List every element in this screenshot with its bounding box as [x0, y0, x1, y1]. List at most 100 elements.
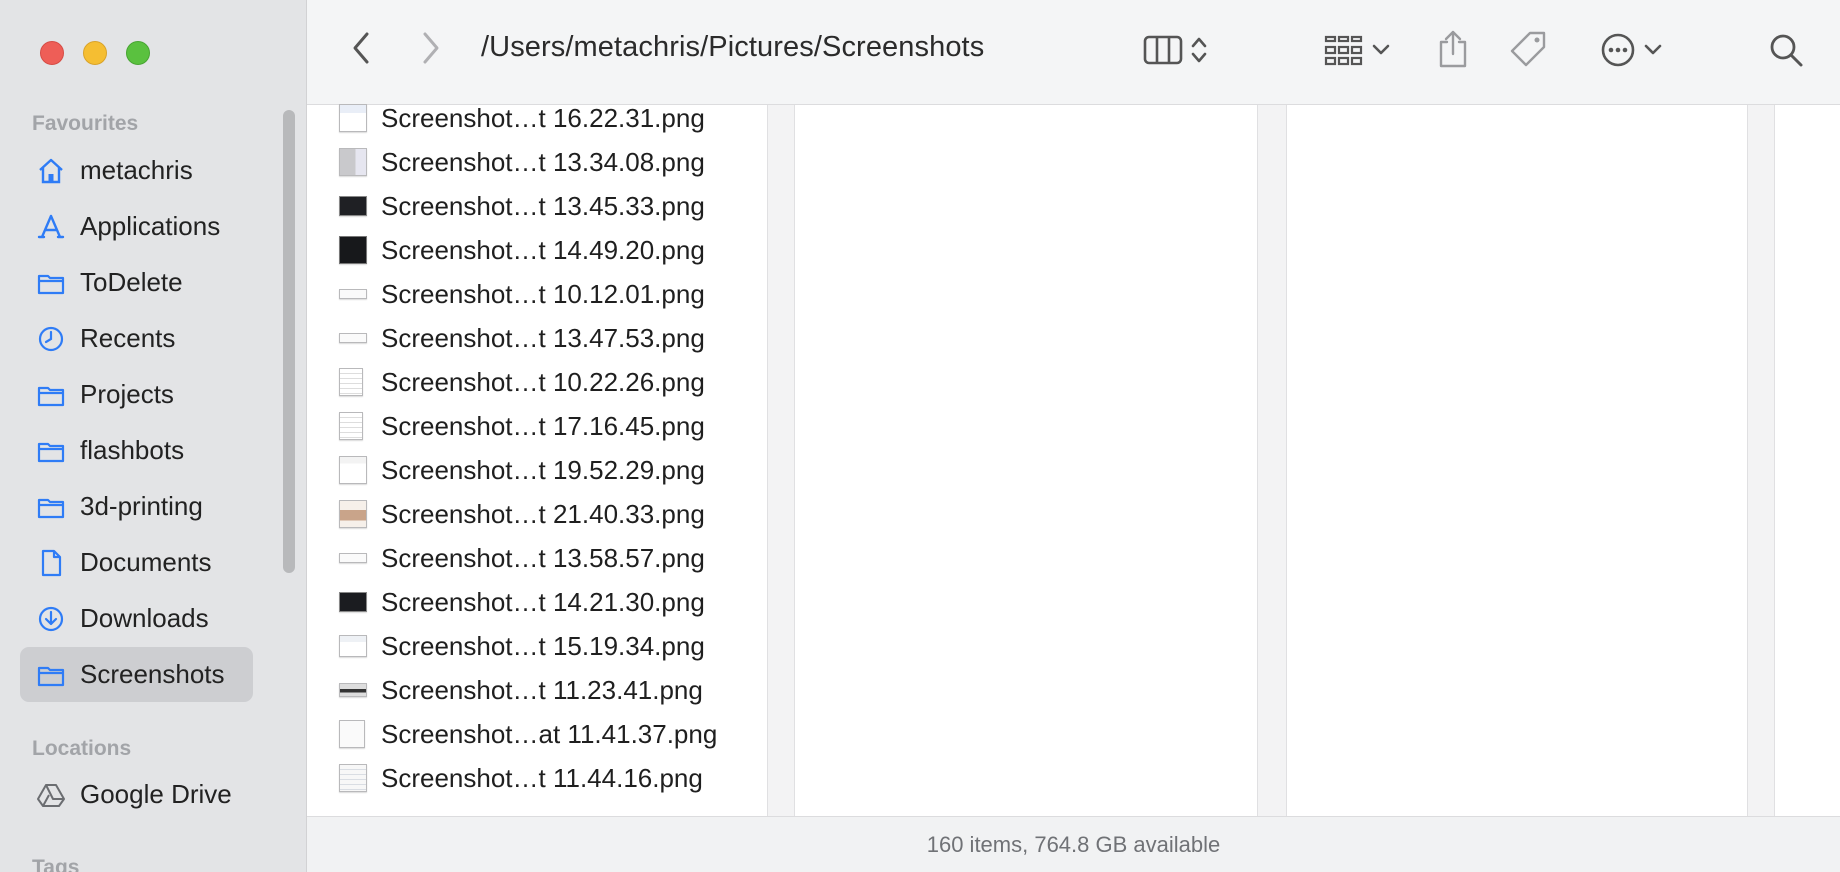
sidebar-item-todelete[interactable]: ToDelete — [20, 255, 253, 310]
folder-icon — [36, 268, 66, 298]
file-row[interactable]: Screenshot…t 10.22.26.png — [307, 360, 767, 404]
file-row[interactable]: Screenshot…t 21.40.33.png — [307, 492, 767, 536]
zoom-button[interactable] — [126, 41, 150, 65]
forward-button[interactable] — [413, 30, 449, 70]
share-icon — [1437, 29, 1469, 74]
sidebar-scrollbar[interactable] — [283, 110, 295, 573]
tags-section-title: Tags — [32, 856, 80, 872]
sidebar-item-applications[interactable]: Applications — [20, 199, 253, 254]
share-button[interactable] — [1431, 28, 1475, 74]
chevron-down-icon — [1644, 43, 1662, 61]
home-icon — [36, 156, 66, 186]
file-row[interactable]: Screenshot…t 14.49.20.png — [307, 228, 767, 272]
file-row[interactable]: Screenshot…t 13.34.08.png — [307, 140, 767, 184]
sidebar-item-projects[interactable]: Projects — [20, 367, 253, 422]
status-bar: 160 items, 764.8 GB available — [307, 816, 1840, 872]
file-name: Screenshot…t 10.12.01.png — [381, 278, 705, 309]
file-name: Screenshot…t 13.58.57.png — [381, 542, 705, 573]
column-divider[interactable] — [767, 105, 795, 816]
sidebar-item-label: Downloads — [80, 603, 209, 633]
sidebar-item-3d-printing[interactable]: 3d-printing — [20, 479, 253, 534]
file-name: Screenshot…t 17.16.45.png — [381, 410, 705, 441]
sidebar-item-screenshots[interactable]: Screenshots — [20, 647, 253, 702]
sidebar-item-label: metachris — [80, 155, 193, 185]
empty-column — [796, 105, 1262, 816]
sidebar-item-downloads[interactable]: Downloads — [20, 591, 253, 646]
sidebar-item-flashbots[interactable]: flashbots — [20, 423, 253, 478]
column-divider[interactable] — [1257, 105, 1287, 816]
chevron-down-icon — [1372, 43, 1390, 61]
file-name: Screenshot…t 13.34.08.png — [381, 146, 705, 177]
file-row[interactable]: Screenshot…t 11.23.41.png — [307, 668, 767, 712]
file-row[interactable]: Screenshot…t 14.21.30.png — [307, 580, 767, 624]
tags-button[interactable] — [1505, 28, 1551, 74]
status-text: 160 items, 764.8 GB available — [926, 832, 1221, 857]
file-row[interactable]: Screenshot…t 19.52.29.png — [307, 448, 767, 492]
action-menu-button[interactable] — [1591, 30, 1671, 74]
file-row[interactable]: Screenshot…t 10.12.01.png — [307, 272, 767, 316]
file-name: Screenshot…t 13.45.33.png — [381, 190, 705, 221]
minimize-button[interactable] — [83, 41, 107, 65]
image-thumbnail — [339, 236, 367, 264]
file-row[interactable]: Screenshot…t 15.19.34.png — [307, 624, 767, 668]
sidebar-item-label: 3d-printing — [80, 491, 203, 521]
document-icon — [36, 548, 66, 578]
empty-column — [1776, 105, 1840, 816]
folder-icon — [36, 436, 66, 466]
file-row[interactable]: Screenshot…t 16.22.31.png — [307, 96, 767, 140]
favourites-section-title: Favourites — [32, 112, 139, 135]
column-browser: Screenshot…t 16.22.31.png Screenshot…t 1… — [307, 103, 1840, 816]
image-thumbnail — [339, 333, 367, 343]
sidebar: Favourites metachris Applications ToDele… — [0, 0, 307, 872]
sidebar-item-label: Recents — [80, 323, 176, 353]
file-row[interactable]: Screenshot…t 13.47.53.png — [307, 316, 767, 360]
close-button[interactable] — [40, 41, 64, 65]
file-name: Screenshot…t 11.44.16.png — [381, 762, 703, 793]
sidebar-item-label: Documents — [80, 547, 212, 577]
search-button[interactable] — [1763, 30, 1809, 74]
image-thumbnail — [339, 592, 367, 612]
file-name: Screenshot…t 21.40.33.png — [381, 498, 705, 529]
file-name: Screenshot…t 14.21.30.png — [381, 586, 705, 617]
sidebar-item-label: flashbots — [80, 435, 185, 465]
sidebar-item-metachris[interactable]: metachris — [20, 143, 253, 198]
file-row[interactable]: Screenshot…t 13.45.33.png — [307, 184, 767, 228]
sidebar-item-label: Applications — [80, 211, 221, 241]
traffic-lights — [40, 41, 150, 65]
sidebar-item-recents[interactable]: Recents — [20, 311, 253, 366]
image-thumbnail — [339, 635, 367, 657]
column-divider[interactable] — [1747, 105, 1775, 816]
image-thumbnail — [339, 368, 363, 396]
file-row[interactable]: Screenshot…t 11.44.16.png — [307, 756, 767, 800]
file-name: Screenshot…t 15.19.34.png — [381, 630, 705, 661]
image-thumbnail — [339, 553, 367, 563]
image-thumbnail — [339, 500, 367, 528]
chevron-left-icon — [351, 31, 371, 70]
image-thumbnail — [339, 456, 367, 484]
image-thumbnail — [339, 104, 367, 132]
view-mode-button[interactable] — [1135, 30, 1215, 74]
sidebar-item-google-drive[interactable]: Google Drive — [20, 767, 253, 822]
image-thumbnail — [339, 148, 367, 176]
toolbar: /Users/metachris/Pictures/Screenshots — [307, 0, 1840, 105]
folder-icon — [36, 492, 66, 522]
columns-view-icon — [1143, 34, 1185, 71]
finder-window: Favourites metachris Applications ToDele… — [0, 0, 1840, 872]
image-thumbnail — [339, 720, 365, 748]
sidebar-item-label: ToDelete — [80, 267, 183, 297]
file-name: Screenshot…t 14.49.20.png — [381, 234, 705, 265]
window-title-path: /Users/metachris/Pictures/Screenshots — [481, 31, 985, 63]
tag-icon — [1508, 29, 1548, 74]
file-row[interactable]: Screenshot…t 13.58.57.png — [307, 536, 767, 580]
sidebar-item-label: Projects — [80, 379, 174, 409]
file-row[interactable]: Screenshot…t 17.16.45.png — [307, 404, 767, 448]
back-button[interactable] — [343, 30, 379, 70]
group-button[interactable] — [1317, 30, 1397, 74]
image-thumbnail — [339, 683, 367, 697]
image-thumbnail — [339, 196, 367, 216]
file-row[interactable]: Screenshot…at 11.41.37.png — [307, 712, 767, 756]
sidebar-item-documents[interactable]: Documents — [20, 535, 253, 590]
grid-group-icon — [1324, 34, 1364, 71]
clock-icon — [36, 324, 66, 354]
folder-icon — [36, 380, 66, 410]
